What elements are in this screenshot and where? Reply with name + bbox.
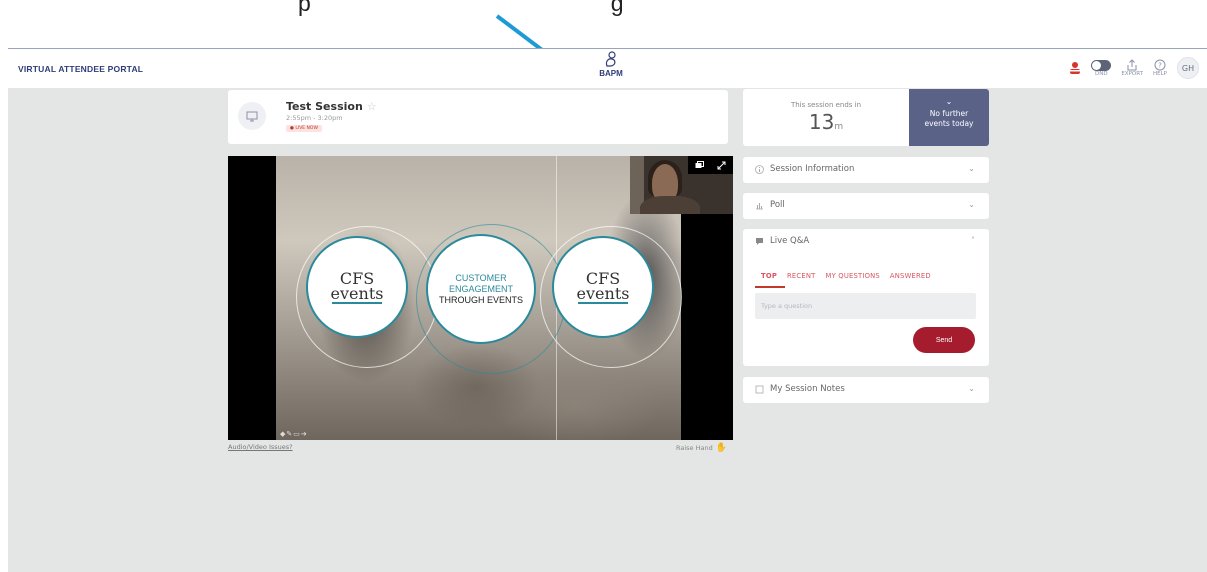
cfs-logo-left: CFS events — [306, 236, 408, 338]
help-label: HELP — [1153, 71, 1167, 77]
cfs-logo-right: CFS events — [552, 236, 654, 338]
chevron-down-icon: ⌄ — [945, 97, 953, 106]
av-issues-link[interactable]: Audio/Video Issues? — [228, 443, 293, 451]
timer-label: This session ends in — [790, 101, 862, 109]
video-controls — [688, 156, 733, 174]
live-badge: ● LIVE NOW — [286, 125, 322, 132]
hand-icon: ✋ — [715, 443, 727, 453]
pip-toggle-icon[interactable] — [695, 161, 704, 169]
timer-value: 13m — [743, 110, 909, 134]
cfs-left-underline — [332, 301, 382, 304]
active-tab-indicator — [755, 286, 785, 288]
speaker-body — [640, 196, 700, 214]
slide-menu-icon[interactable]: ▭ — [293, 430, 301, 438]
dnd-label: DND — [1095, 70, 1108, 77]
session-information-label: Session Information — [770, 164, 855, 174]
user-status-icon[interactable] — [1069, 61, 1081, 75]
slide-line-3: THROUGH EVENTS — [438, 294, 523, 305]
svg-text:?: ? — [1158, 62, 1162, 70]
next-events-panel[interactable]: ⌄ No further events today — [909, 89, 989, 146]
timer-number: 13 — [808, 110, 835, 134]
session-timer-card: This session ends in 13m — [743, 89, 909, 146]
logo-text: BAPM — [599, 69, 623, 78]
info-icon — [755, 164, 764, 174]
raise-hand-button[interactable]: Raise Hand ✋ — [676, 443, 727, 453]
portal-title: VIRTUAL ATTENDEE PORTAL — [18, 64, 144, 74]
session-notes-header: My Session Notes — [755, 384, 845, 394]
session-time: 2:55pm - 3:20pm — [286, 114, 343, 122]
video-player[interactable]: CFS events CUSTOMER ENGAGEMENT THROUGH E… — [228, 156, 733, 440]
customer-engagement-circle: CUSTOMER ENGAGEMENT THROUGH EVENTS — [426, 234, 536, 344]
presentation-icon — [238, 102, 266, 130]
live-qa-header[interactable]: Live Q&A — [755, 236, 809, 246]
chevron-down-icon: ⌄ — [968, 164, 975, 173]
bapm-logo-icon — [605, 51, 616, 67]
favorite-star-icon[interactable]: ☆ — [367, 100, 377, 113]
slide-navigation[interactable]: ◆✎▭➔ — [280, 430, 308, 438]
slide-next-icon[interactable]: ➔ — [301, 430, 308, 438]
poll-label: Poll — [770, 200, 785, 210]
session-information-header: Session Information — [755, 164, 854, 174]
toggle-switch-icon — [1091, 59, 1112, 71]
top-bar: VIRTUAL ATTENDEE PORTAL BAPM DND EXPORT … — [8, 48, 1207, 88]
export-label: EXPORT — [1121, 71, 1143, 77]
help-icon: ? — [1154, 59, 1166, 71]
next-events-line-1: No further — [929, 109, 969, 118]
export-icon — [1127, 59, 1137, 71]
tab-my-questions[interactable]: MY QUESTIONS — [826, 272, 880, 280]
poll-panel[interactable]: Poll ⌄ — [743, 193, 989, 219]
help-button[interactable]: ? HELP — [1153, 59, 1167, 77]
tab-answered[interactable]: ANSWERED — [890, 272, 931, 280]
cfs-right-underline — [578, 301, 628, 304]
chevron-up-icon[interactable]: ˄ — [971, 236, 975, 245]
slide-line-1: CUSTOMER — [455, 272, 507, 283]
live-qa-label: Live Q&A — [770, 236, 810, 246]
next-events-line-2: events today — [924, 119, 974, 128]
tab-top[interactable]: TOP — [761, 272, 777, 280]
annotation-caption: pg — [298, 0, 624, 16]
session-information-panel[interactable]: Session Information ⌄ — [743, 157, 989, 183]
cfs-right-sub: events — [576, 283, 630, 303]
session-notes-panel[interactable]: My Session Notes ⌄ — [743, 377, 989, 403]
session-card: Test Session ☆ 2:55pm - 3:20pm ● LIVE NOW — [228, 90, 728, 144]
chevron-down-icon: ⌄ — [968, 200, 975, 209]
dnd-toggle[interactable]: DND — [1091, 59, 1112, 77]
tab-recent[interactable]: RECENT — [787, 272, 816, 280]
chevron-down-icon: ⌄ — [968, 384, 975, 393]
poll-chart-icon — [756, 202, 763, 209]
poll-header: Poll — [755, 200, 785, 210]
cfs-left-sub: events — [330, 283, 384, 303]
notes-icon — [755, 385, 764, 393]
session-title-text: Test Session — [286, 100, 363, 113]
live-qa-panel: Live Q&A ˄ TOP RECENT MY QUESTIONS ANSWE… — [743, 229, 989, 366]
bapm-logo[interactable]: BAPM — [596, 51, 626, 78]
qa-tabs: TOP RECENT MY QUESTIONS ANSWERED — [761, 272, 931, 280]
slide-line-2: ENGAGEMENT — [448, 283, 513, 294]
raise-hand-label: Raise Hand — [676, 444, 713, 452]
export-button[interactable]: EXPORT — [1121, 59, 1143, 77]
timer-unit: m — [834, 122, 844, 132]
main-content: Test Session ☆ 2:55pm - 3:20pm ● LIVE NOW… — [8, 88, 1207, 572]
session-notes-label: My Session Notes — [770, 384, 845, 394]
top-icons: DND EXPORT ? HELP GH — [1069, 57, 1199, 79]
send-button[interactable]: Send — [913, 327, 975, 353]
chat-bubble-icon — [756, 237, 763, 245]
fullscreen-icon[interactable] — [717, 161, 726, 170]
session-title: Test Session ☆ — [286, 100, 377, 113]
avatar[interactable]: GH — [1177, 57, 1199, 79]
question-input[interactable] — [755, 293, 976, 319]
